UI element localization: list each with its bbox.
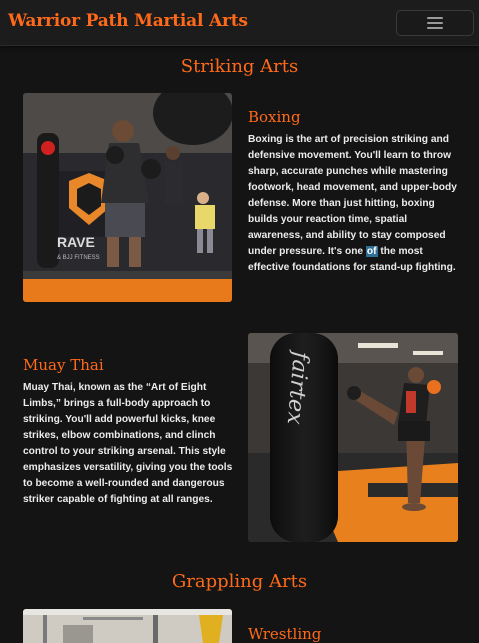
gym-sign-text: RAVE	[57, 234, 95, 250]
hamburger-menu-icon	[427, 17, 443, 29]
wrestling-image	[23, 609, 232, 643]
muay-thai-description: Muay Thai, known as the “Art of Eight Li…	[23, 382, 233, 505]
gym-sign-subtext: & BJJ FITNESS	[57, 255, 100, 261]
highlighted-word: of	[365, 246, 378, 257]
section-title-grappling: Grappling Arts	[171, 571, 308, 592]
wrestling-title: Wrestling	[248, 625, 322, 643]
menu-toggle-button[interactable]	[396, 10, 474, 36]
boxing-image: RAVE & BJJ FITNESS	[23, 93, 232, 302]
muay-thai-title: Muay Thai	[23, 356, 104, 374]
navbar: Warrior Path Martial Arts	[0, 0, 479, 46]
muay-thai-image: fairtex	[248, 333, 458, 542]
section-title-striking: Striking Arts	[180, 56, 299, 77]
brand-logo-text[interactable]: Warrior Path Martial Arts	[8, 11, 248, 31]
boxing-description: Boxing is the art of precision striking …	[248, 134, 457, 273]
boxing-title: Boxing	[248, 108, 301, 126]
